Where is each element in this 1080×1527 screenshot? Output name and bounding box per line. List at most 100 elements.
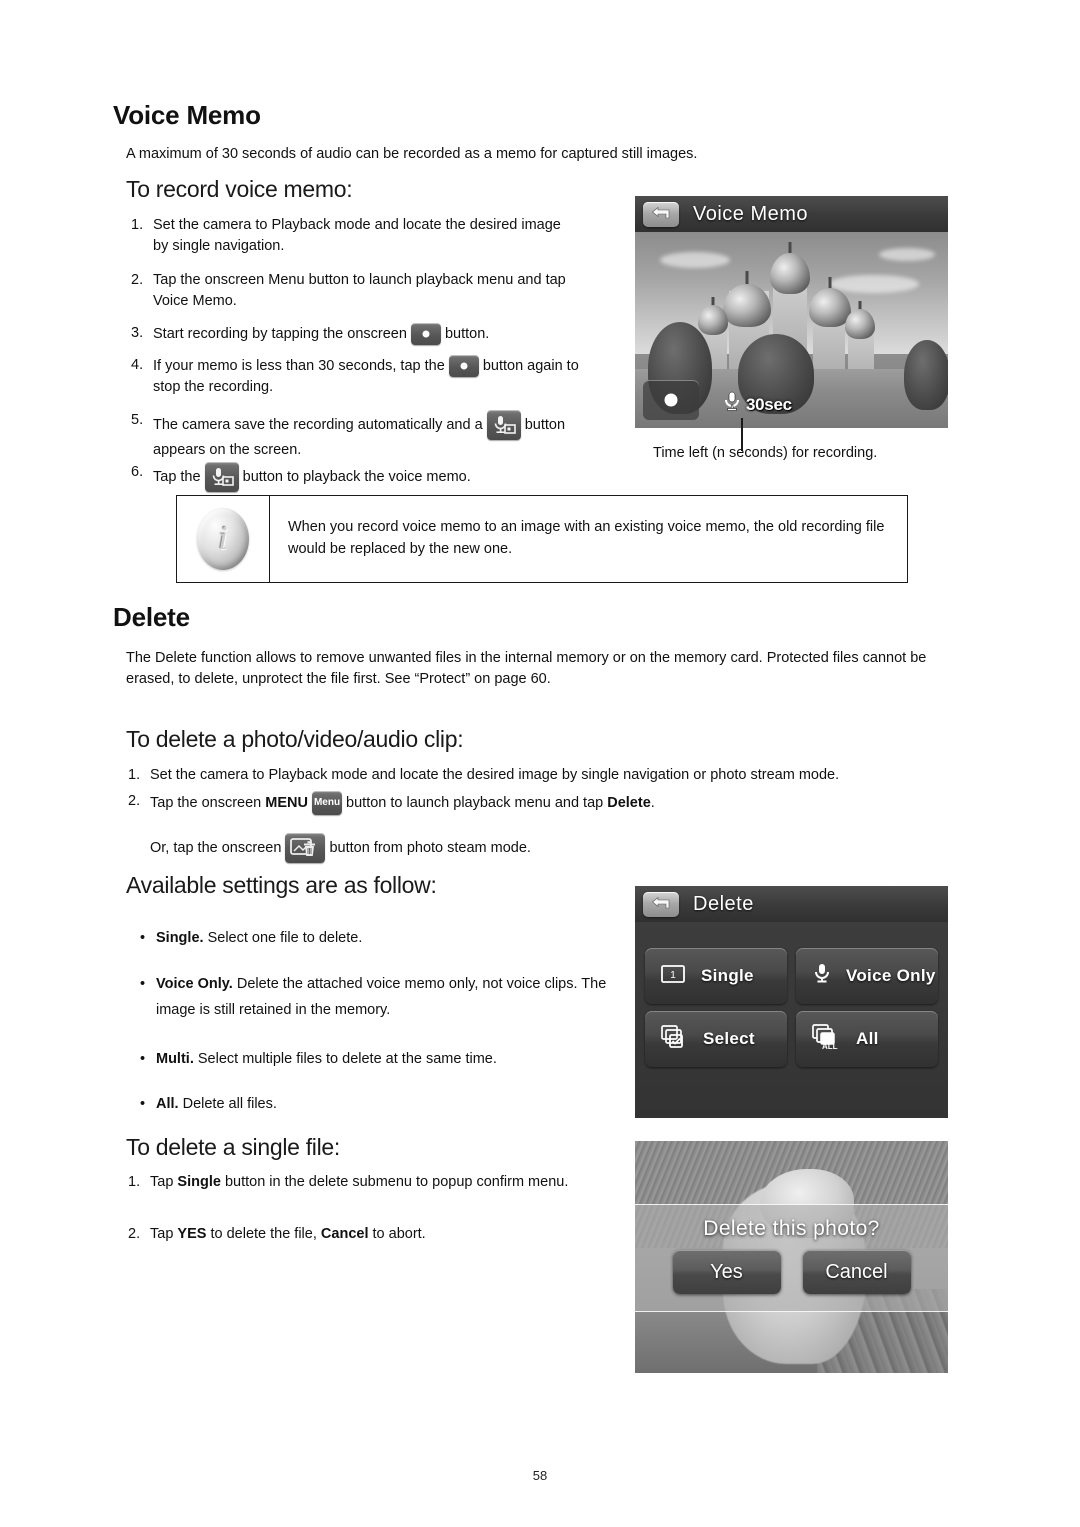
onion-dome bbox=[722, 271, 771, 328]
voice-step-5-number: 5. bbox=[131, 412, 144, 428]
manual-page: Voice Memo A maximum of 30 seconds of au… bbox=[0, 0, 1080, 1527]
back-arrow-icon[interactable] bbox=[643, 891, 679, 917]
single-step-2-mid: to delete the file, bbox=[210, 1226, 317, 1242]
voice-step-1-number: 1. bbox=[131, 217, 144, 233]
bullet-all-text: Delete all files. bbox=[182, 1096, 277, 1112]
delete-confirm-camera-screen: Delete this photo? Yes Cancel bbox=[635, 1141, 948, 1373]
delete-step-1: 1. Set the camera to Playback mode and l… bbox=[128, 765, 948, 786]
voice-memo-screen-title: Voice Memo bbox=[693, 202, 809, 225]
record-button-icon bbox=[410, 323, 441, 345]
bullet-single: • Single. Select one file to delete. bbox=[140, 928, 610, 950]
voice-step-4-number: 4. bbox=[131, 357, 144, 373]
bullet-multi-text: Select multiple files to delete at the s… bbox=[197, 1051, 497, 1067]
bullet-single-text: Select one file to delete. bbox=[207, 930, 363, 946]
voice-step-5-pre: The camera save the recording automatica… bbox=[153, 416, 483, 433]
single-step-2: 2. Tap YES to delete the file, Cancel to… bbox=[128, 1224, 588, 1245]
delete-menu-body: 1 Single Voice Only Select ALL All bbox=[635, 922, 948, 1118]
cloud bbox=[660, 251, 731, 268]
single-step-2-number: 2. bbox=[128, 1226, 141, 1242]
menu-bold-label: MENU bbox=[265, 794, 308, 811]
voice-memo-playback-icon bbox=[486, 410, 521, 440]
voice-memo-camera-screen: 30sec Voice Memo bbox=[635, 196, 948, 428]
to-delete-clip-subheading: To delete a photo/video/audio clip: bbox=[126, 726, 464, 752]
delete-bold-label: Delete bbox=[607, 794, 651, 811]
voice-step-4: 4. If your memo is less than 30 seconds,… bbox=[131, 355, 581, 398]
voice-step-4-pre: If your memo is less than 30 seconds, ta… bbox=[153, 357, 445, 374]
delete-menu-grid: 1 Single Voice Only Select ALL All bbox=[645, 948, 938, 1067]
period: . bbox=[650, 794, 655, 811]
delete-step-2-pre: Tap the onscreen bbox=[150, 794, 262, 811]
voice-step-6-pre: Tap the bbox=[153, 468, 201, 485]
voice-step-2-number: 2. bbox=[131, 272, 144, 288]
single-step-1: 1. Tap Single button in the delete subme… bbox=[128, 1172, 588, 1193]
voice-step-3-number: 3. bbox=[131, 325, 144, 341]
bullet-single-label: Single. bbox=[156, 930, 204, 946]
delete-menu-select-label: Select bbox=[703, 1029, 755, 1048]
yes-button[interactable]: Yes bbox=[672, 1250, 781, 1295]
delete-step-1-text: Set the camera to Playback mode and loca… bbox=[150, 767, 840, 783]
microphone-icon bbox=[723, 391, 741, 418]
delete-step-2: 2. Tap the onscreen MENU Menu button to … bbox=[128, 791, 948, 815]
delete-step-2-or-pre: Or, tap the onscreen bbox=[150, 839, 282, 856]
voice-memo-titlebar: Voice Memo bbox=[635, 196, 948, 232]
voice-memo-intro: A maximum of 30 seconds of audio can be … bbox=[126, 146, 698, 162]
delete-step-2-post: button to launch playback menu and tap bbox=[346, 794, 604, 811]
delete-step-1-number: 1. bbox=[128, 767, 141, 783]
single-step-2-pre: Tap bbox=[150, 1226, 174, 1242]
single-step-1-bold: Single bbox=[177, 1174, 221, 1190]
cancel-button[interactable]: Cancel bbox=[802, 1250, 911, 1295]
bullet-dot: • bbox=[140, 1096, 146, 1112]
single-step-2-post: to abort. bbox=[372, 1226, 426, 1242]
record-button[interactable] bbox=[643, 380, 699, 420]
recording-time-indicator: 30sec bbox=[723, 391, 792, 418]
bullet-all: • All. Delete all files. bbox=[140, 1094, 610, 1116]
all-stack-icon: ALL bbox=[812, 1023, 842, 1055]
delete-step-2-alt: Or, tap the onscreen button from photo s… bbox=[128, 833, 948, 863]
record-button-icon bbox=[448, 355, 479, 377]
microphone-icon bbox=[812, 962, 832, 991]
single-frame-icon: 1 bbox=[661, 964, 687, 989]
voice-step-1-text: Set the camera to Playback mode and loca… bbox=[153, 217, 561, 255]
delete-menu-button-all[interactable]: ALL All bbox=[796, 1011, 938, 1067]
time-left-label: 30sec bbox=[746, 394, 792, 414]
voice-step-5: 5. The camera save the recording automat… bbox=[131, 410, 581, 461]
onion-dome bbox=[844, 300, 875, 339]
single-step-1-pre: Tap bbox=[150, 1174, 174, 1190]
back-arrow-icon[interactable] bbox=[643, 201, 679, 227]
delete-menu-button-single[interactable]: 1 Single bbox=[645, 948, 787, 1004]
select-multi-check-icon bbox=[661, 1024, 689, 1054]
photo-trash-icon bbox=[285, 833, 326, 863]
cathedral-photo: 30sec bbox=[635, 232, 948, 428]
bullet-multi-label: Multi. bbox=[156, 1051, 194, 1067]
recording-time-caption: Time left (n seconds) for recording. bbox=[653, 445, 878, 461]
delete-menu-button-voice-only[interactable]: Voice Only bbox=[796, 948, 938, 1004]
delete-menu-button-select[interactable]: Select bbox=[645, 1011, 787, 1067]
delete-menu-all-label: All bbox=[856, 1029, 879, 1048]
delete-menu-voice-only-label: Voice Only bbox=[846, 966, 936, 985]
svg-text:ALL: ALL bbox=[822, 1042, 838, 1050]
voice-step-2-text: Tap the onscreen Menu button to launch p… bbox=[153, 272, 566, 310]
confirm-dialog-overlay: Delete this photo? Yes Cancel bbox=[635, 1203, 948, 1313]
voice-step-3-post: button. bbox=[444, 325, 490, 342]
voice-step-3: 3. Start recording by tapping the onscre… bbox=[131, 323, 591, 345]
delete-step-2-or-post: button from photo steam mode. bbox=[329, 839, 531, 856]
bullet-voice-only-label: Voice Only. bbox=[156, 976, 233, 992]
onion-dome bbox=[769, 241, 810, 294]
cloud bbox=[879, 247, 936, 261]
tree bbox=[904, 339, 948, 410]
bullet-multi: • Multi. Select multiple files to delete… bbox=[140, 1049, 610, 1071]
onion-dome bbox=[697, 296, 728, 335]
available-settings-subheading: Available settings are as follow: bbox=[126, 872, 437, 898]
delete-menu-camera-screen: 1 Single Voice Only Select ALL All Delet… bbox=[635, 886, 948, 1118]
info-note-icon-cell bbox=[177, 496, 270, 582]
delete-menu-titlebar: Delete bbox=[635, 886, 948, 922]
dog-photo: Delete this photo? Yes Cancel bbox=[635, 1141, 948, 1373]
info-note-text: When you record voice memo to an image w… bbox=[288, 519, 885, 557]
to-record-voice-memo-subheading: To record voice memo: bbox=[126, 176, 353, 202]
voice-memo-heading: Voice Memo bbox=[113, 100, 261, 130]
single-step-1-post: button in the delete submenu to popup co… bbox=[224, 1174, 569, 1190]
page-number: 58 bbox=[532, 1468, 548, 1483]
voice-step-3-pre: Start recording by tapping the onscreen bbox=[153, 325, 407, 342]
voice-step-6: 6. Tap the button to playback the voice … bbox=[131, 462, 601, 492]
info-icon bbox=[197, 508, 249, 570]
